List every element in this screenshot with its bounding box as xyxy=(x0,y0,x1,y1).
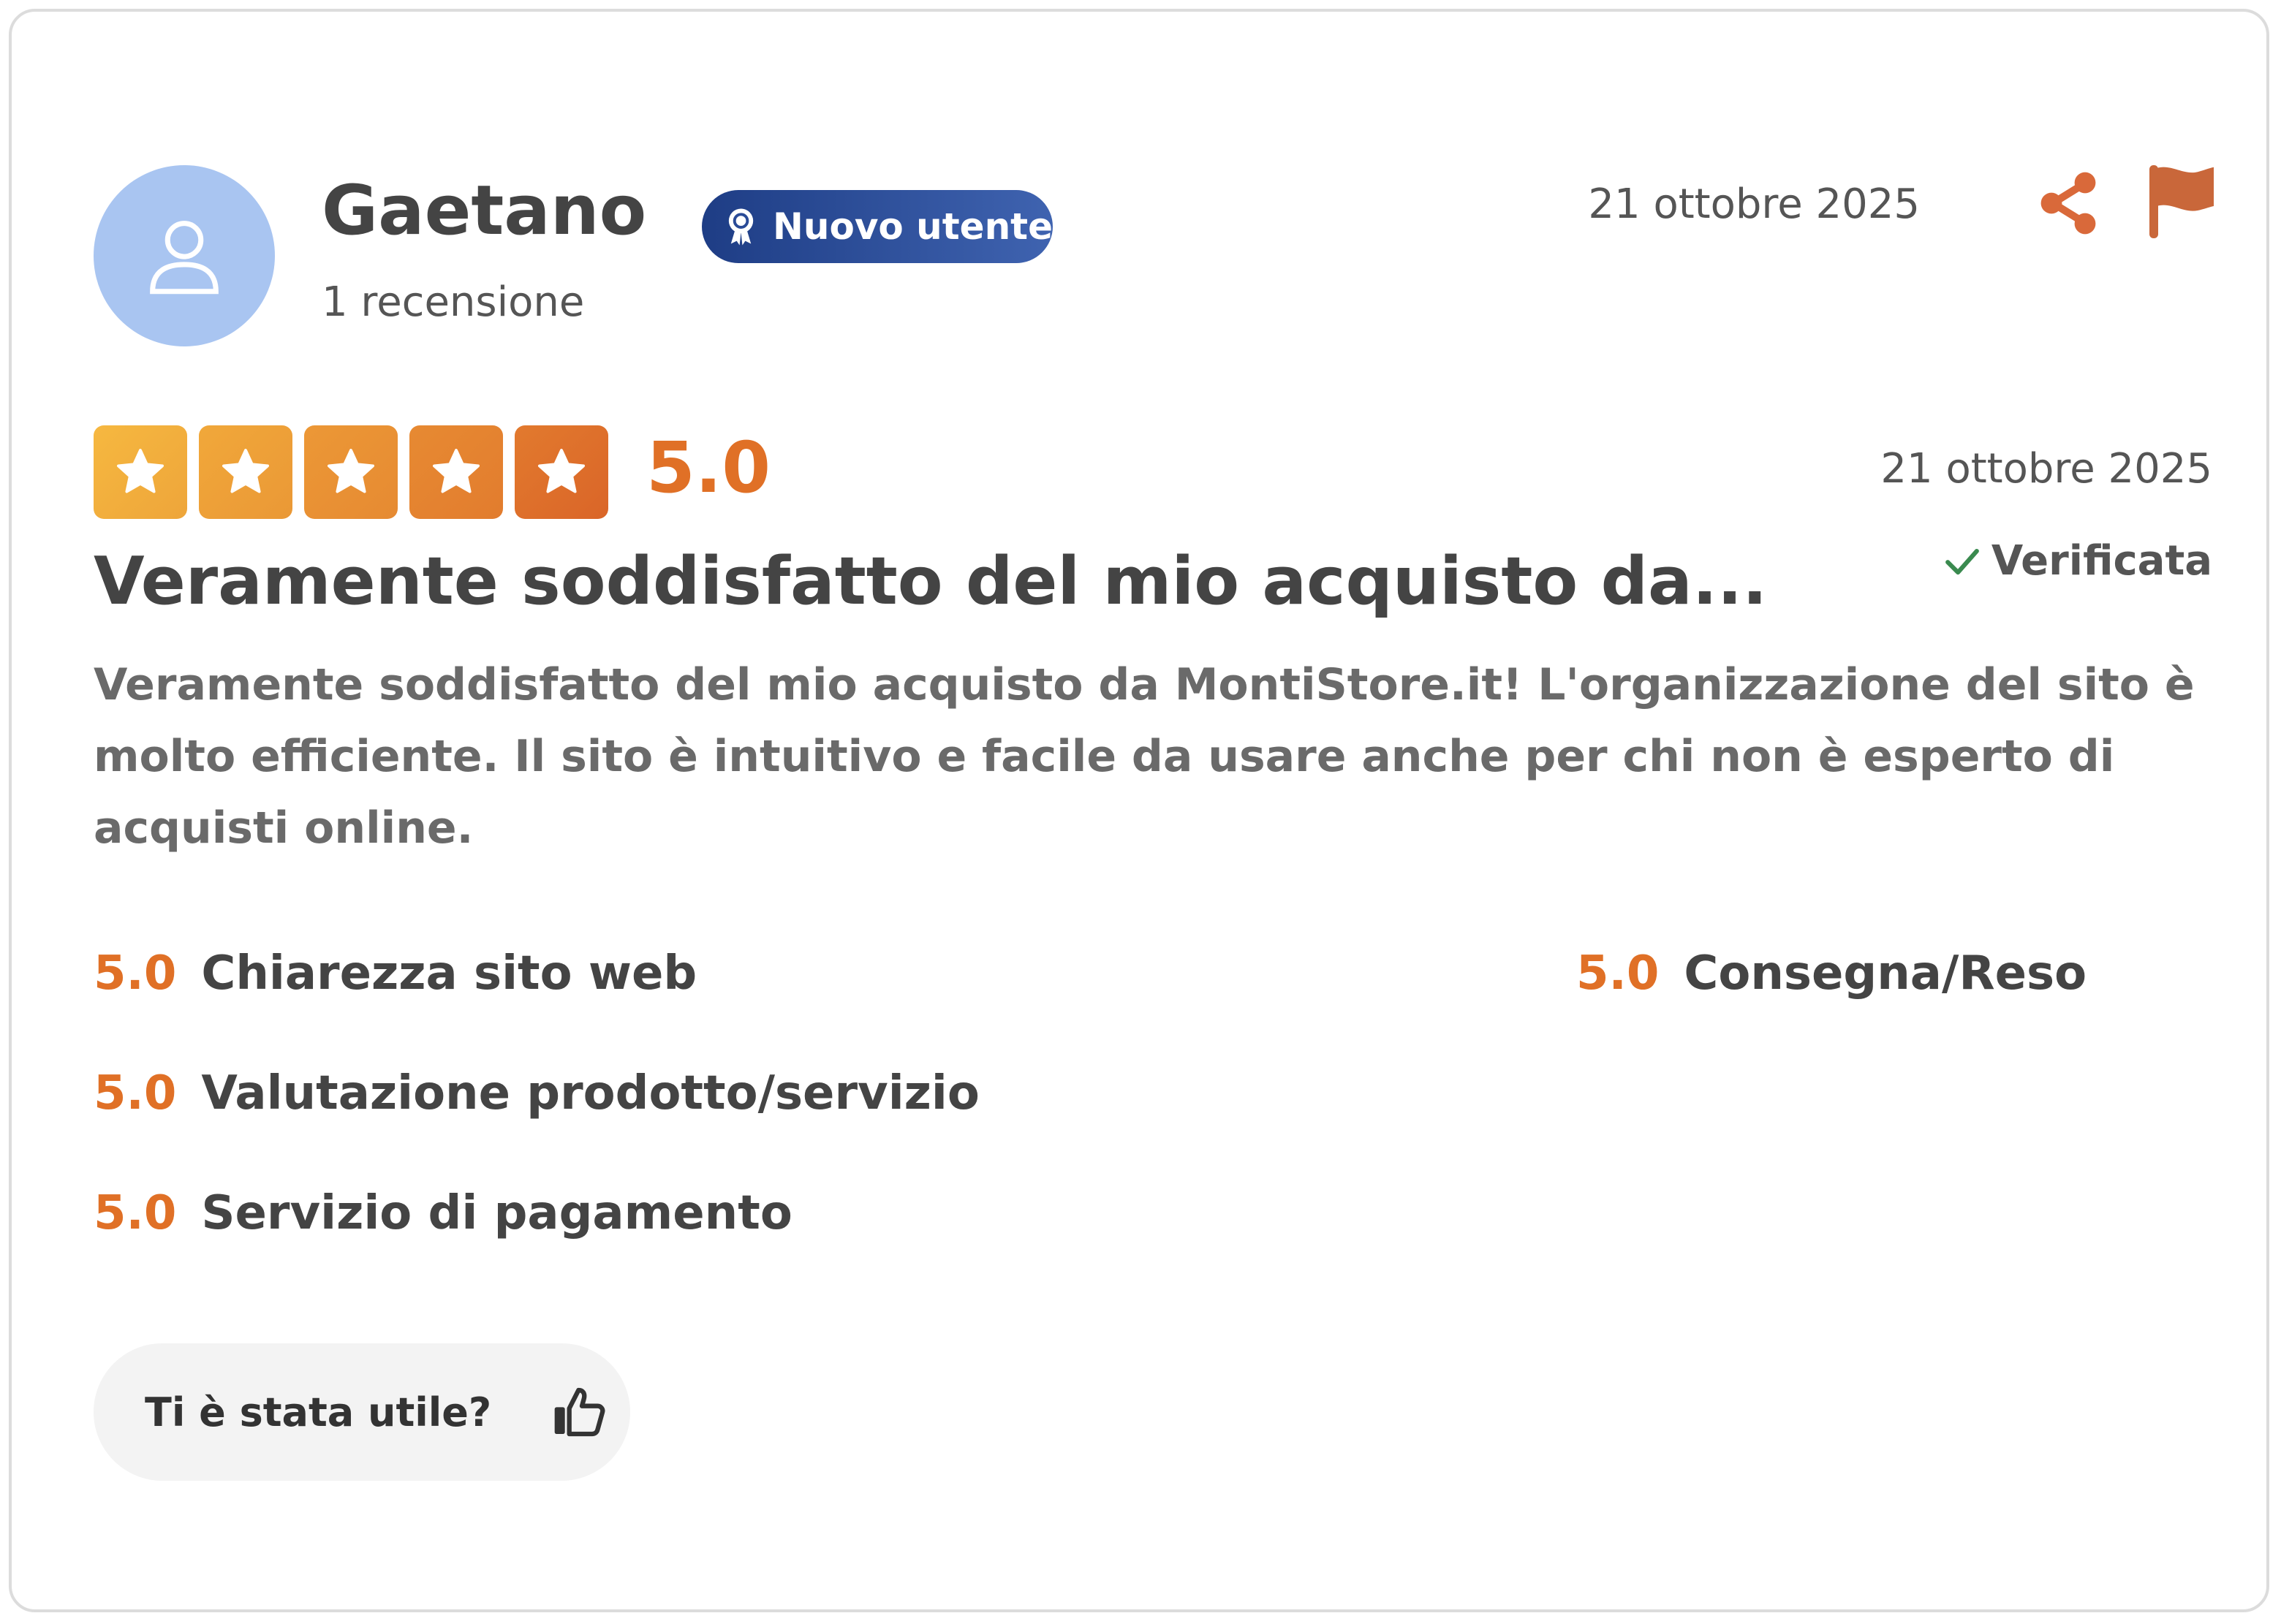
criterion-label: Servizio di pagamento xyxy=(201,1186,793,1240)
user-name: Gaetano xyxy=(322,171,647,251)
criterion-item: 5.0 Consegna/Reso xyxy=(1576,950,2087,997)
star-rating xyxy=(94,425,608,519)
badge-label: Nuovo utente xyxy=(773,205,1053,248)
star-icon xyxy=(199,425,292,519)
avatar xyxy=(94,165,275,346)
helpful-label: Ti è stata utile? xyxy=(145,1389,492,1435)
rating-date: 21 ottobre 2025 xyxy=(1880,445,2212,493)
criterion-label: Consegna/Reso xyxy=(1684,946,2087,1001)
share-icon[interactable] xyxy=(2034,168,2104,238)
user-icon xyxy=(150,221,219,295)
star-icon xyxy=(94,425,187,519)
criterion-value: 5.0 xyxy=(94,1066,177,1120)
award-icon xyxy=(728,208,754,246)
star-icon xyxy=(515,425,608,519)
helpful-button[interactable]: Ti è stata utile? xyxy=(94,1343,630,1481)
criterion-item: 5.0 Valutazione prodotto/servizio xyxy=(94,1070,980,1117)
criterion-label: Valutazione prodotto/servizio xyxy=(201,1066,980,1120)
new-user-badge: Nuovo utente xyxy=(702,190,1053,263)
criterion-item: 5.0 Servizio di pagamento xyxy=(94,1190,793,1237)
criterion-value: 5.0 xyxy=(94,1186,177,1240)
verified-status: Verificata xyxy=(1876,541,2212,582)
criterion-label: Chiarezza sito web xyxy=(201,946,697,1001)
check-icon xyxy=(1945,548,1979,575)
user-reviews-count: 1 recensione xyxy=(322,278,585,326)
thumbs-up-icon xyxy=(554,1387,605,1437)
star-icon xyxy=(409,425,503,519)
star-icon xyxy=(304,425,398,519)
criterion-item: 5.0 Chiarezza sito web xyxy=(94,950,697,997)
criterion-value: 5.0 xyxy=(1576,946,1660,1001)
rating-value: 5.0 xyxy=(646,427,771,509)
criterion-value: 5.0 xyxy=(94,946,177,1001)
review-card: Gaetano 1 recensione Nuovo utente 21 ott… xyxy=(9,9,2269,1612)
review-date: 21 ottobre 2025 xyxy=(1588,181,1920,228)
review-body: Veramente soddisfatto del mio acquisto d… xyxy=(94,659,2195,854)
verified-label: Verificata xyxy=(1991,537,2212,585)
review-title: Veramente soddisfatto del mio acquisto d… xyxy=(94,544,1768,620)
flag-icon[interactable] xyxy=(2148,164,2215,240)
